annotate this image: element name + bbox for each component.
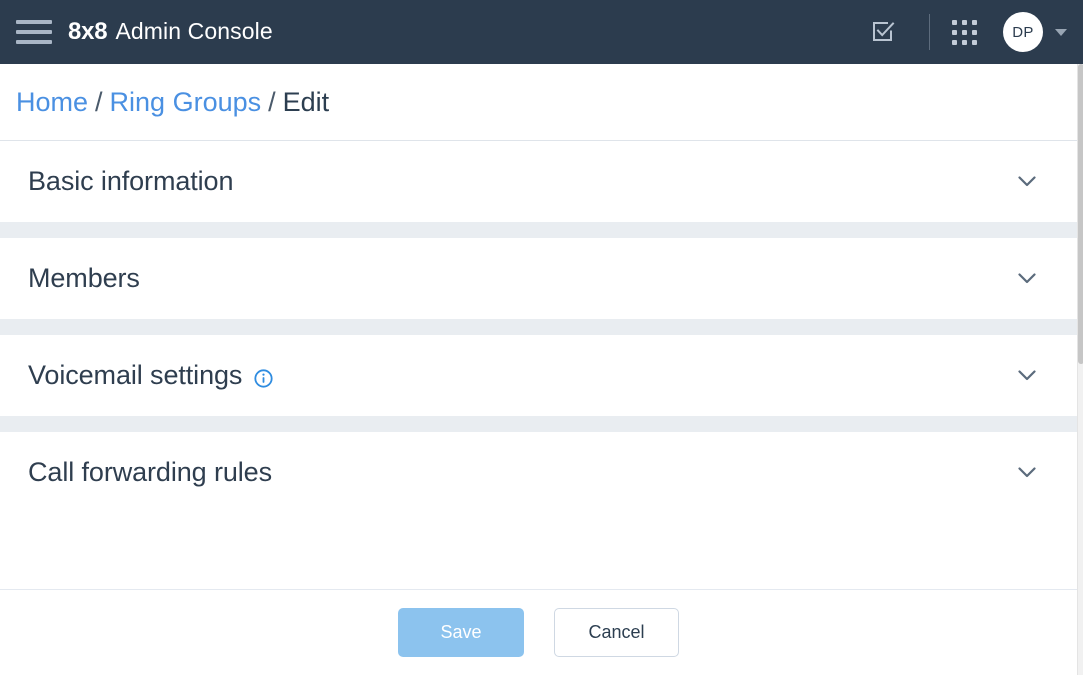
- hamburger-bar: [16, 40, 52, 44]
- topbar-actions: DP: [861, 0, 1067, 64]
- topbar-divider: [929, 14, 930, 50]
- breadcrumb-item-home[interactable]: Home: [16, 87, 88, 118]
- accordion-section-call-forwarding-rules[interactable]: Call forwarding rules: [0, 432, 1077, 513]
- grid-dot: [962, 20, 967, 25]
- breadcrumb-separator: /: [95, 87, 103, 118]
- page-scrollbar[interactable]: [1077, 64, 1083, 675]
- save-button[interactable]: Save: [398, 608, 524, 657]
- grid-dot: [962, 30, 967, 35]
- brand-mark: 8x8: [68, 18, 107, 46]
- chevron-down-icon[interactable]: [1018, 370, 1036, 381]
- section-divider-band: [0, 222, 1077, 238]
- admin-console-page: 8x8 Admin Console: [0, 0, 1083, 675]
- section-header-call-forwarding-rules: Call forwarding rules: [28, 457, 272, 488]
- section-title: Call forwarding rules: [28, 457, 272, 488]
- brand-name: Admin Console: [115, 18, 272, 45]
- grid-dot: [972, 30, 977, 35]
- section-header-voicemail-settings: Voicemail settings: [28, 360, 273, 391]
- hamburger-bar: [16, 20, 52, 24]
- page-scrollbar-thumb[interactable]: [1078, 64, 1083, 364]
- top-navigation-bar: 8x8 Admin Console: [0, 0, 1083, 64]
- grid-dot: [972, 40, 977, 45]
- grid-dot: [952, 40, 957, 45]
- breadcrumb-item-ring-groups[interactable]: Ring Groups: [110, 87, 262, 118]
- tasks-button[interactable]: [861, 10, 905, 54]
- section-title: Voicemail settings: [28, 360, 242, 391]
- grid-dot: [952, 30, 957, 35]
- form-footer: Save Cancel: [0, 589, 1077, 675]
- brand-logo[interactable]: 8x8 Admin Console: [68, 18, 273, 46]
- accordion-section-members[interactable]: Members: [0, 238, 1077, 319]
- chevron-down-icon[interactable]: [1018, 176, 1036, 187]
- grid-dot: [952, 20, 957, 25]
- cancel-button[interactable]: Cancel: [554, 608, 679, 657]
- accordion-section-basic-information[interactable]: Basic information: [0, 141, 1077, 222]
- chevron-down-icon[interactable]: [1018, 273, 1036, 284]
- breadcrumb: Home / Ring Groups / Edit: [0, 64, 1077, 141]
- hamburger-bar: [16, 30, 52, 34]
- checkbox-task-icon: [870, 19, 896, 45]
- breadcrumb-separator: /: [268, 87, 276, 118]
- grid-dot: [962, 40, 967, 45]
- avatar: DP: [1003, 12, 1043, 52]
- info-circle-icon[interactable]: [254, 369, 273, 388]
- section-title: Basic information: [28, 166, 233, 197]
- section-header-members: Members: [28, 263, 140, 294]
- chevron-down-icon[interactable]: [1018, 467, 1036, 478]
- hamburger-menu-icon[interactable]: [14, 15, 52, 49]
- breadcrumb-item-edit: Edit: [283, 87, 330, 118]
- caret-down-icon: [1055, 29, 1067, 36]
- section-title: Members: [28, 263, 140, 294]
- app-grid-icon[interactable]: [952, 20, 977, 45]
- section-header-basic-information: Basic information: [28, 166, 233, 197]
- section-divider-band: [0, 319, 1077, 335]
- section-divider-band: [0, 416, 1077, 432]
- accordion-section-voicemail-settings[interactable]: Voicemail settings: [0, 335, 1077, 416]
- user-menu[interactable]: DP: [1003, 12, 1067, 52]
- grid-dot: [972, 20, 977, 25]
